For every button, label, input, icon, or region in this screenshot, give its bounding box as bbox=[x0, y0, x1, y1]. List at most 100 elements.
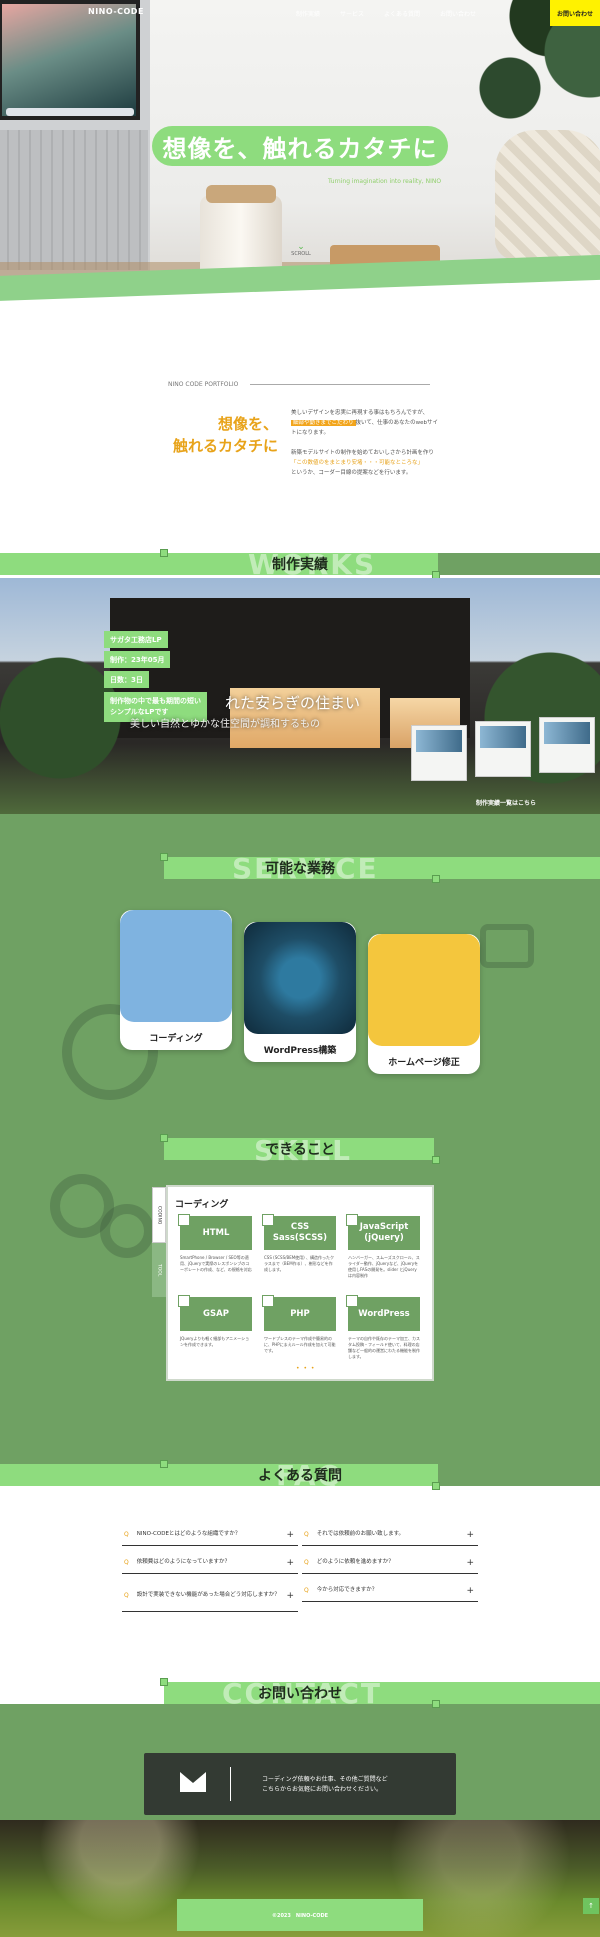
works-tag-date: 制作：23年05月 bbox=[104, 651, 171, 668]
skill-panel-title: コーディング bbox=[175, 1200, 229, 1210]
gear-deco-icon bbox=[100, 1204, 154, 1258]
faq-question: 設計で実装できない機能があった場合どう対応しますか？ bbox=[136, 1592, 280, 1598]
chevron-down-icon: ⌄ bbox=[297, 242, 305, 252]
mail-icon bbox=[180, 1772, 206, 1792]
skill-desc: SmartPhone / Browser / SEO等の適用、jQueryで実際… bbox=[180, 1255, 252, 1272]
skill-deco-square-left bbox=[160, 1134, 168, 1142]
intro-text: 美しいデザインを忠実に再現する事はもちろんですが、 細部や動きまでこだわり 抜いて… bbox=[291, 408, 441, 478]
skill-heading: できること bbox=[265, 1142, 335, 1158]
intro-text-4: というか、コーダー目線の提案などを行います。 bbox=[291, 470, 412, 476]
wordpress-illustration bbox=[244, 922, 356, 1034]
faq-item[interactable]: Q 依頼費はどのようになっていますか？ + bbox=[122, 1552, 298, 1574]
service-card-homepage-fix[interactable]: ホームページ修正 bbox=[368, 934, 480, 1074]
intro-text-green: 「この数値のをまとまり安堵・・・可能なところな」 bbox=[291, 460, 424, 466]
skill-desc: CSS (SCSS/BEM使用) 、構造作ったクラスまで（BEM作る）、樹形など… bbox=[264, 1255, 335, 1272]
scroll-indicator[interactable]: ⌄ SCROLL bbox=[286, 242, 316, 258]
intro-text-1: 美しいデザインを忠実に再現する事はもちろんですが、 bbox=[291, 410, 429, 416]
back-to-top-button[interactable]: ↑ bbox=[583, 1898, 599, 1914]
skill-desc: ワードプレスのテーマ作成や簡易的のに、PHPにまえルール作成を加えて可能です。 bbox=[264, 1336, 336, 1353]
question-icon: Q bbox=[124, 1592, 129, 1599]
works-thumbnail[interactable] bbox=[475, 721, 531, 777]
works-deco-square-left bbox=[160, 549, 168, 557]
nav-link-faq[interactable]: よくある質問 bbox=[384, 9, 420, 18]
intro-title-line1: 想像を、 bbox=[217, 415, 278, 433]
question-icon: Q bbox=[124, 1531, 129, 1538]
faq-item[interactable]: Q それでは依頼前のお願い致します。 + bbox=[302, 1524, 478, 1546]
blog-deco-icon bbox=[480, 924, 534, 968]
nav-links: 制作実績 サービス よくある質問 お問い合わせ bbox=[296, 9, 476, 18]
works-thumbnails[interactable] bbox=[409, 717, 600, 797]
faq-question: NINO-CODEとはどのような組織ですか？ bbox=[136, 1531, 241, 1537]
laptop-dock bbox=[6, 108, 134, 116]
homepage-fix-illustration bbox=[368, 934, 480, 1046]
service-card-label: コーディング bbox=[149, 1034, 203, 1044]
works-thumbnail[interactable] bbox=[411, 725, 467, 781]
contact-text: コーディング依頼やお仕事、その他ご質問など こちらからお気軽にお問い合わせくださ… bbox=[262, 1775, 442, 1795]
intro-title-line2: 触れるカタチに bbox=[172, 437, 278, 455]
works-tag-description-1: 制作物の中で最も期間の短い bbox=[110, 697, 201, 705]
contact-cta[interactable]: コーディング依頼やお仕事、その他ご質問など こちらからお気軽にお問い合わせくださ… bbox=[144, 1753, 456, 1815]
faq-item[interactable]: Q どのように依頼を進めますか？ + bbox=[302, 1552, 478, 1574]
intro-text-3: 新築モデルサイトの制作を始めておいしさから計画を作り bbox=[291, 450, 434, 456]
plus-icon: + bbox=[286, 1529, 294, 1540]
works-band-dark bbox=[438, 553, 600, 575]
works-tag-days: 日数：3日 bbox=[104, 671, 149, 688]
contact-divider bbox=[230, 1767, 231, 1801]
skill-tab-coding[interactable]: CODING bbox=[152, 1187, 166, 1243]
carousel-dots[interactable]: • • • bbox=[296, 1365, 315, 1372]
intro-divider bbox=[250, 384, 430, 385]
intro-title: 想像を、 触れるカタチに bbox=[160, 413, 278, 457]
skill-javascript: JavaScript (jQuery) bbox=[346, 1214, 420, 1250]
service-band-dark bbox=[0, 857, 170, 879]
intro-text-highlight: 細部や動きまでこだわり bbox=[291, 420, 356, 426]
works-tag-title: サガタ工務店LP bbox=[104, 631, 168, 648]
faq-deco-square-left bbox=[160, 1460, 168, 1468]
faq-question: どのように依頼を進めますか？ bbox=[316, 1559, 394, 1565]
nav-link-service[interactable]: サービス bbox=[340, 9, 364, 18]
nav-link-contact[interactable]: お問い合わせ bbox=[440, 9, 476, 18]
skill-php: PHP bbox=[262, 1295, 336, 1331]
works-list-link[interactable]: 制作実績一覧はこちら bbox=[476, 798, 536, 807]
site-logo[interactable]: NINO-CODE bbox=[88, 7, 144, 16]
skill-tabs: CODING TOOL bbox=[152, 1187, 166, 1297]
skill-deco-square-right bbox=[432, 1156, 440, 1164]
global-nav: NINO-CODE 制作実績 サービス よくある質問 お問い合わせ お問い合わせ bbox=[0, 0, 600, 26]
contact-deco-square-left bbox=[160, 1678, 168, 1686]
skill-tab-tool[interactable]: TOOL bbox=[152, 1243, 166, 1297]
laptop-keyboard bbox=[0, 130, 148, 270]
faq-item[interactable]: Q 今から対応できますか？ + bbox=[302, 1580, 478, 1602]
skill-desc: ハンバーガー、スムーズスクロール、スライダー動作、jQueryなど、jQuery… bbox=[348, 1255, 420, 1278]
plus-icon: + bbox=[466, 1557, 474, 1568]
skill-wordpress: WordPress bbox=[346, 1295, 420, 1331]
plus-icon: + bbox=[286, 1557, 294, 1568]
service-card-wordpress[interactable]: WordPress構築 bbox=[244, 922, 356, 1062]
nav-link-works[interactable]: 制作実績 bbox=[296, 9, 320, 18]
works-heading: 制作実績 bbox=[272, 557, 328, 573]
contact-button[interactable]: お問い合わせ bbox=[550, 0, 600, 26]
contact-text-line1: コーディング依頼やお仕事、その他ご質問など bbox=[262, 1776, 388, 1783]
skill-html: HTML bbox=[178, 1214, 252, 1250]
works-catch: れた安らぎの住まい bbox=[225, 694, 361, 712]
intro-label: NINO CODE PORTFOLIO bbox=[168, 381, 239, 388]
service-card-coding[interactable]: コーディング bbox=[120, 910, 232, 1050]
faq-question: 依頼費はどのようになっていますか？ bbox=[136, 1559, 230, 1565]
coding-illustration bbox=[120, 910, 232, 1022]
skill-desc: JQueryよりも軽く細部もアニメーションを作成できます。 bbox=[180, 1336, 250, 1347]
scroll-label: SCROLL bbox=[291, 251, 311, 257]
skill-css: CSS Sass(SCSS) bbox=[262, 1214, 336, 1250]
service-card-label: WordPress構築 bbox=[263, 1046, 337, 1056]
plus-icon: + bbox=[286, 1590, 294, 1601]
question-icon: Q bbox=[124, 1559, 129, 1566]
question-icon: Q bbox=[304, 1587, 309, 1594]
plus-icon: + bbox=[466, 1585, 474, 1596]
contact-deco-square-right bbox=[432, 1700, 440, 1708]
hero-title: 想像を、触れるカタチに bbox=[152, 126, 448, 166]
faq-question: 今から対応できますか？ bbox=[316, 1587, 378, 1593]
faq-item[interactable]: Q NINO-CODEとはどのような組織ですか？ + bbox=[122, 1524, 298, 1546]
skill-gsap: GSAP bbox=[178, 1295, 252, 1331]
service-card-label: ホームページ修正 bbox=[388, 1058, 460, 1068]
faq-item[interactable]: Q 設計で実装できない機能があった場合どう対応しますか？ + bbox=[122, 1580, 298, 1612]
service-deco-square-right bbox=[432, 875, 440, 883]
works-thumbnail[interactable] bbox=[539, 717, 595, 773]
copyright: ©2023 NINO-CODE bbox=[177, 1899, 423, 1931]
